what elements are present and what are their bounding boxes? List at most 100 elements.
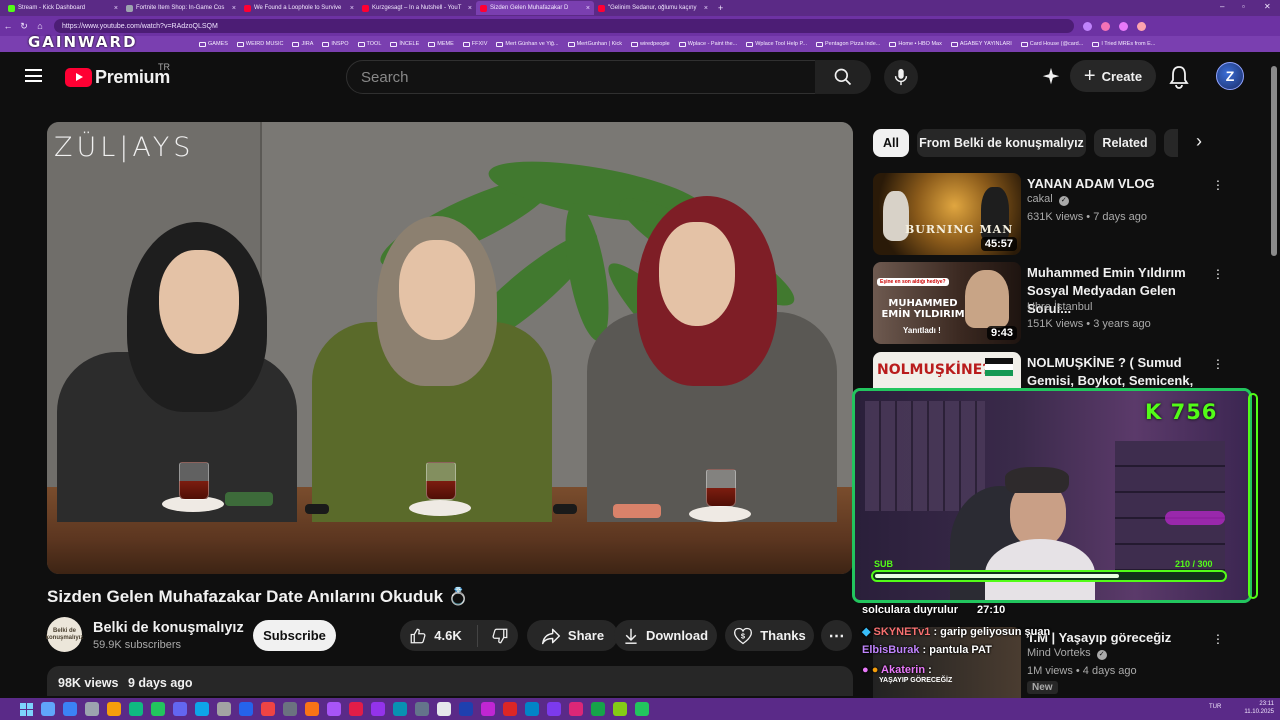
download-button[interactable]: Download xyxy=(614,620,717,651)
taskbar-app-icon[interactable] xyxy=(151,702,165,716)
rec-channel[interactable]: Mind Vorteks ✓ xyxy=(1027,647,1107,660)
video-player[interactable]: ZÜL|AYS xyxy=(47,122,853,574)
extension-icon[interactable] xyxy=(1083,21,1092,31)
reload-icon[interactable]: ↻ xyxy=(16,21,32,32)
back-icon[interactable]: ← xyxy=(0,21,16,31)
bookmark-item[interactable]: INSPO xyxy=(322,41,349,47)
tab-close-icon[interactable]: × xyxy=(468,5,472,12)
search-button[interactable] xyxy=(815,60,871,94)
description-box[interactable]: 98K views 9 days ago xyxy=(47,666,853,696)
taskbar-app-icon[interactable] xyxy=(173,702,187,716)
more-vertical-icon[interactable]: · · · xyxy=(1213,262,1223,284)
maximize-icon[interactable]: ▫ xyxy=(1242,2,1245,11)
tab-close-icon[interactable]: × xyxy=(586,5,590,12)
chip-related[interactable]: Related xyxy=(1094,129,1156,157)
taskbar-app-icon[interactable] xyxy=(261,702,275,716)
home-icon[interactable]: ⌂ xyxy=(32,21,48,31)
taskbar-app-icon[interactable] xyxy=(591,702,605,716)
browser-tab[interactable]: We Found a Loophole to Survive × xyxy=(240,1,358,15)
taskbar-app-icon[interactable] xyxy=(459,702,473,716)
browser-tab[interactable]: Stream - Kick Dashboard × xyxy=(4,1,122,15)
tab-close-icon[interactable]: × xyxy=(350,5,354,12)
notifications-bell-icon[interactable] xyxy=(1168,65,1190,89)
share-button[interactable]: Share xyxy=(527,620,618,651)
profile-icon[interactable] xyxy=(1137,21,1146,31)
tab-close-icon[interactable]: × xyxy=(232,5,236,12)
close-window-icon[interactable]: ✕ xyxy=(1264,2,1271,11)
bookmark-item[interactable]: MertGunhan | Kick xyxy=(567,41,622,47)
bookmark-item[interactable]: wiredpeople xyxy=(631,41,670,47)
taskbar-app-icon[interactable] xyxy=(283,702,297,716)
bookmark-item[interactable]: Card House (@card... xyxy=(1020,41,1083,47)
bookmark-item[interactable]: JIRA xyxy=(292,41,313,47)
taskbar-app-icon[interactable] xyxy=(239,702,253,716)
more-actions-button[interactable]: ⋯ xyxy=(821,620,852,651)
taskbar-app-icon[interactable] xyxy=(547,702,561,716)
bookmark-item[interactable]: I Tried MREs from E... xyxy=(1092,41,1155,47)
taskbar-app-icon[interactable] xyxy=(41,702,55,716)
browser-tab[interactable]: Fortnite Item Shop: In-Game Cos × xyxy=(122,1,240,15)
bookmark-item[interactable]: FFXIV xyxy=(462,41,487,47)
bookmark-item[interactable]: TOOL xyxy=(357,41,381,47)
minimize-icon[interactable]: – xyxy=(1220,2,1224,11)
bookmark-item[interactable]: Pentagon Pizza Inde... xyxy=(816,41,880,47)
video-thumbnail[interactable]: Eşine en son aldığı hediye? MUHAMMED EMİ… xyxy=(873,262,1021,344)
extension-icon[interactable] xyxy=(1101,21,1110,31)
system-clock[interactable]: 23:11 11.10.2025 xyxy=(1244,700,1274,716)
chevron-right-icon[interactable]: › xyxy=(1196,131,1202,152)
recommendation-item[interactable]: Eşine en son aldığı hediye? MUHAMMED EMİ… xyxy=(873,262,1253,344)
voice-search-button[interactable] xyxy=(884,60,918,94)
taskbar-app-icon[interactable] xyxy=(569,702,583,716)
taskbar-app-icon[interactable] xyxy=(195,702,209,716)
taskbar-app-icon[interactable] xyxy=(613,702,627,716)
bookmark-item[interactable]: MEME xyxy=(428,41,454,47)
taskbar-app-icon[interactable] xyxy=(635,702,649,716)
input-language[interactable]: TUR xyxy=(1209,704,1221,710)
chip-all[interactable]: All xyxy=(873,129,909,157)
dislike-button[interactable] xyxy=(491,627,509,645)
taskbar-app-icon[interactable] xyxy=(217,702,231,716)
bookmark-item[interactable]: AGABEY YAYINLARI xyxy=(950,41,1012,47)
browser-tab[interactable]: "Gelinim Sedanur, oğlumu kaçıny × xyxy=(594,1,712,15)
taskbar-app-icon[interactable] xyxy=(63,702,77,716)
recommendation-item[interactable]: BURNING MAN 45:57 YANAN ADAM VLOG cakal … xyxy=(873,173,1253,255)
taskbar-app-icon[interactable] xyxy=(503,702,517,716)
bookmark-item[interactable]: Wplace - Paint the... xyxy=(678,41,737,47)
taskbar-app-icon[interactable] xyxy=(107,702,121,716)
start-menu-icon[interactable] xyxy=(20,702,33,716)
youtube-logo[interactable]: Premium xyxy=(65,67,170,88)
chip-partial[interactable] xyxy=(1164,129,1178,157)
bookmark-item[interactable]: Mert Günhan ve Yiğ... xyxy=(496,41,559,47)
create-button[interactable]: + Create xyxy=(1070,60,1156,92)
new-tab-button[interactable]: + xyxy=(718,3,723,13)
search-input[interactable]: Search xyxy=(346,60,816,94)
ai-sparkle-icon[interactable] xyxy=(1040,66,1062,88)
bookmark-item[interactable]: Wplace Tool Help P... xyxy=(746,41,807,47)
browser-tab[interactable]: Kurzgesagt – In a Nutshell - YouT × xyxy=(358,1,476,15)
taskbar-app-icon[interactable] xyxy=(481,702,495,716)
like-button[interactable]: 4.6K xyxy=(409,627,462,645)
taskbar-app-icon[interactable] xyxy=(85,702,99,716)
more-vertical-icon[interactable]: · · · xyxy=(1213,627,1223,649)
taskbar-app-icon[interactable] xyxy=(437,702,451,716)
chip-from-channel[interactable]: From Belki de konuşmalıyız xyxy=(917,129,1086,157)
more-vertical-icon[interactable]: · · · xyxy=(1213,352,1223,374)
video-thumbnail[interactable]: BURNING MAN 45:57 xyxy=(873,173,1021,255)
browser-tab[interactable]: Sizden Gelen Muhafazakar D × xyxy=(476,1,594,15)
channel-name[interactable]: Belki de konuşmalıyız xyxy=(93,620,244,636)
bookmark-item[interactable]: İNCELE xyxy=(390,41,419,47)
taskbar-app-icon[interactable] xyxy=(305,702,319,716)
account-avatar[interactable]: Z xyxy=(1216,62,1244,90)
scrollbar-thumb[interactable] xyxy=(1271,66,1277,256)
tab-close-icon[interactable]: × xyxy=(114,5,118,12)
subscribe-button[interactable]: Subscribe xyxy=(253,620,336,651)
tab-close-icon[interactable]: × xyxy=(704,5,708,12)
extension-icon[interactable] xyxy=(1119,21,1128,31)
bookmark-item[interactable]: Home • HBO Max xyxy=(889,41,942,47)
taskbar-app-icon[interactable] xyxy=(393,702,407,716)
taskbar-app-icon[interactable] xyxy=(525,702,539,716)
rec-title[interactable]: T.M | Yaşayıp göreceğiz xyxy=(1027,629,1207,647)
more-vertical-icon[interactable]: · · · xyxy=(1213,173,1223,195)
taskbar-app-icon[interactable] xyxy=(349,702,363,716)
bookmark-item[interactable]: GAMES xyxy=(199,41,228,47)
